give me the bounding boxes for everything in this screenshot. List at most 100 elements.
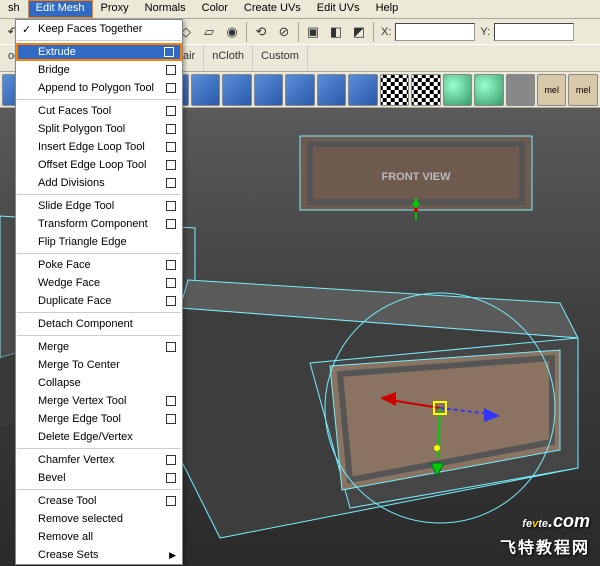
menu-item-crease-tool[interactable]: Crease Tool: [16, 492, 182, 510]
menu-item-add-divisions[interactable]: Add Divisions: [16, 174, 182, 192]
menu-item-collapse[interactable]: Collapse: [16, 374, 182, 392]
menu-bar: shEdit MeshProxyNormalsColorCreate UVsEd…: [0, 0, 600, 19]
menu-item-delete-edge-vertex[interactable]: Delete Edge/Vertex: [16, 428, 182, 446]
option-box-icon[interactable]: [166, 414, 176, 424]
option-box-icon[interactable]: [166, 396, 176, 406]
y-input[interactable]: [494, 23, 574, 41]
menu-item-cut-faces-tool[interactable]: Cut Faces Tool: [16, 102, 182, 120]
menu-sh[interactable]: sh: [0, 0, 28, 18]
edit-mesh-dropdown: ✓Keep Faces Together Extrude BridgeAppend …: [15, 19, 183, 565]
menu-item-chamfer-vertex[interactable]: Chamfer Vertex: [16, 451, 182, 469]
shelf-icon-14[interactable]: [443, 74, 472, 106]
option-box-icon[interactable]: [166, 201, 176, 211]
menu-item-label: Remove all: [38, 531, 93, 543]
shelf-tab-ncloth[interactable]: nCloth: [204, 45, 253, 71]
menu-item-remove-selected[interactable]: Remove selected: [16, 510, 182, 528]
option-box-icon[interactable]: [166, 296, 176, 306]
option-box-icon[interactable]: [164, 47, 174, 57]
menu-item-merge[interactable]: Merge: [16, 338, 182, 356]
option-box-icon[interactable]: [166, 124, 176, 134]
shelf-icon-17[interactable]: mel: [537, 74, 566, 106]
tool-history[interactable]: ⟲: [250, 21, 272, 43]
menu-item-insert-edge-loop-tool[interactable]: Insert Edge Loop Tool: [16, 138, 182, 156]
menu-item-label: Detach Component: [38, 318, 133, 330]
menu-item-remove-all[interactable]: Remove all: [16, 528, 182, 546]
tool-render[interactable]: ▣: [302, 21, 324, 43]
shelf-icon-13[interactable]: [411, 74, 440, 106]
menu-item-wedge-face[interactable]: Wedge Face: [16, 274, 182, 292]
option-box-icon[interactable]: [166, 278, 176, 288]
menu-item-merge-edge-tool[interactable]: Merge Edge Tool: [16, 410, 182, 428]
menu-item-label: Merge To Center: [38, 359, 120, 371]
menu-separator: [17, 99, 181, 100]
menu-separator: [17, 489, 181, 490]
menu-item-offset-edge-loop-tool[interactable]: Offset Edge Loop Tool: [16, 156, 182, 174]
option-box-icon[interactable]: [166, 219, 176, 229]
menu-item-keep-faces-together[interactable]: ✓Keep Faces Together: [16, 20, 182, 38]
menu-item-poke-face[interactable]: Poke Face: [16, 256, 182, 274]
menu-help[interactable]: Help: [368, 0, 407, 18]
shelf-icon-8[interactable]: [254, 74, 283, 106]
shelf-icon-12[interactable]: [380, 74, 409, 106]
menu-item-label: Duplicate Face: [38, 295, 111, 307]
menu-item-label: Crease Sets: [38, 549, 99, 561]
option-box-icon[interactable]: [166, 496, 176, 506]
option-box-icon[interactable]: [166, 455, 176, 465]
menu-separator: [17, 448, 181, 449]
option-box-icon[interactable]: [166, 178, 176, 188]
menu-item-bevel[interactable]: Bevel: [16, 469, 182, 487]
menu-item-label: Merge Vertex Tool: [38, 395, 126, 407]
tool-ipr[interactable]: ◧: [325, 21, 347, 43]
option-box-icon[interactable]: [166, 65, 176, 75]
menu-item-merge-vertex-tool[interactable]: Merge Vertex Tool: [16, 392, 182, 410]
menu-separator: [17, 335, 181, 336]
menu-item-crease-sets[interactable]: Crease Sets▶: [16, 546, 182, 564]
menu-item-label: Merge: [38, 341, 69, 353]
shelf-tab-custom[interactable]: Custom: [253, 45, 308, 71]
shelf-icon-10[interactable]: [317, 74, 346, 106]
x-input[interactable]: [395, 23, 475, 41]
menu-item-split-polygon-tool[interactable]: Split Polygon Tool: [16, 120, 182, 138]
tool-history-off[interactable]: ⊘: [273, 21, 295, 43]
menu-create-uvs[interactable]: Create UVs: [236, 0, 309, 18]
menu-separator: [17, 40, 181, 41]
menu-separator: [17, 194, 181, 195]
tool-snap-live[interactable]: ◉: [221, 21, 243, 43]
menu-item-merge-to-center[interactable]: Merge To Center: [16, 356, 182, 374]
menu-item-extrude[interactable]: Extrude: [16, 43, 182, 61]
menu-color[interactable]: Color: [194, 0, 236, 18]
menu-item-label: Extrude: [38, 46, 76, 58]
tool-render-settings[interactable]: ◩: [348, 21, 370, 43]
option-box-icon[interactable]: [166, 342, 176, 352]
menu-item-slide-edge-tool[interactable]: Slide Edge Tool: [16, 197, 182, 215]
shelf-icon-15[interactable]: [474, 74, 503, 106]
menu-item-label: Insert Edge Loop Tool: [38, 141, 145, 153]
shelf-icon-6[interactable]: [191, 74, 220, 106]
shelf-icon-7[interactable]: [222, 74, 251, 106]
menu-edit-mesh[interactable]: Edit Mesh: [28, 0, 93, 18]
menu-item-detach-component[interactable]: Detach Component: [16, 315, 182, 333]
shelf-icon-11[interactable]: [348, 74, 377, 106]
menu-separator: [17, 253, 181, 254]
menu-item-transform-component[interactable]: Transform Component: [16, 215, 182, 233]
menu-item-append-to-polygon-tool[interactable]: Append to Polygon Tool: [16, 79, 182, 97]
tool-snap-plane[interactable]: ▱: [198, 21, 220, 43]
option-box-icon[interactable]: [166, 260, 176, 270]
option-box-icon[interactable]: [166, 160, 176, 170]
menu-normals[interactable]: Normals: [137, 0, 194, 18]
menu-item-flip-triangle-edge[interactable]: Flip Triangle Edge: [16, 233, 182, 251]
shelf-icon-16[interactable]: [506, 74, 535, 106]
menu-item-label: Add Divisions: [38, 177, 105, 189]
shelf-icon-9[interactable]: [285, 74, 314, 106]
menu-edit-uvs[interactable]: Edit UVs: [309, 0, 368, 18]
option-box-icon[interactable]: [166, 473, 176, 483]
option-box-icon[interactable]: [166, 106, 176, 116]
option-box-icon[interactable]: [166, 142, 176, 152]
option-box-icon[interactable]: [166, 83, 176, 93]
menu-item-duplicate-face[interactable]: Duplicate Face: [16, 292, 182, 310]
menu-separator: [17, 312, 181, 313]
menu-item-bridge[interactable]: Bridge: [16, 61, 182, 79]
menu-proxy[interactable]: Proxy: [93, 0, 137, 18]
y-label: Y:: [480, 26, 490, 38]
shelf-icon-18[interactable]: mel: [568, 74, 597, 106]
